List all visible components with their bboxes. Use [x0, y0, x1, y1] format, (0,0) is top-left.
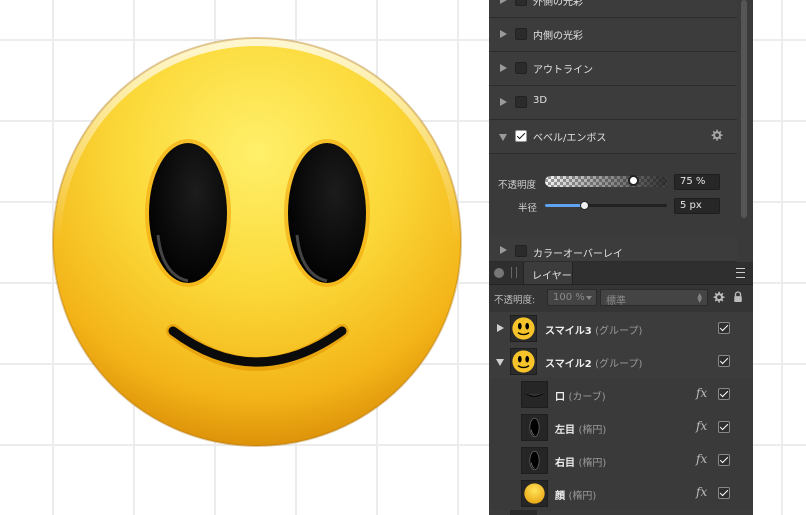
layer-thumbnail — [510, 348, 537, 375]
radius-value-field[interactable]: 5 px — [674, 198, 720, 214]
visibility-checkbox[interactable] — [718, 421, 730, 433]
gear-icon[interactable] — [712, 291, 725, 304]
effect-checkbox[interactable] — [515, 28, 527, 40]
layer-thumbnail — [510, 315, 537, 342]
layer-name: 右目 (楕円) — [555, 458, 607, 469]
effect-label: ベベル/エンボス — [533, 133, 607, 144]
layer-name: 口 (カーブ) — [555, 392, 606, 403]
right-eye-shape — [284, 139, 370, 287]
layers-tab-bar: レイヤー — [489, 262, 753, 285]
layer-opacity-value: 100 % — [553, 292, 585, 303]
effect-row-outer-glow[interactable]: 外側の光彩 — [489, 0, 737, 18]
visibility-checkbox[interactable] — [718, 355, 730, 367]
layer-thumbnail — [521, 381, 548, 408]
effect-checkbox[interactable] — [515, 96, 527, 108]
panel-grip-icon[interactable] — [511, 267, 517, 278]
left-eye-shape — [145, 139, 231, 287]
radius-slider[interactable] — [545, 204, 667, 207]
layer-row-face[interactable]: 顔 (楕円) fx — [489, 477, 753, 511]
expand-triangle-icon[interactable] — [500, 30, 507, 38]
expand-triangle-icon[interactable] — [500, 246, 507, 254]
opacity-value-field[interactable]: 75 % — [674, 174, 720, 190]
collapse-triangle-icon[interactable] — [499, 134, 507, 141]
right-panel: 外側の光彩 内側の光彩 アウトライン 3D ベベル/エンボス 不透明度 75 %… — [489, 0, 753, 515]
effect-row-color-overlay[interactable]: カラーオーバーレイ — [489, 235, 737, 262]
layer-opacity-label: 不透明度: — [494, 295, 536, 306]
layer-options-bar: 不透明度: 100 % 標準 ▲ ▼ — [489, 285, 753, 313]
fx-icon[interactable]: fx — [696, 386, 707, 400]
effect-row-inner-glow[interactable]: 内側の光彩 — [489, 18, 737, 52]
effect-row-3d[interactable]: 3D — [489, 86, 737, 120]
bevel-settings: 不透明度 75 % 半径 5 px — [489, 155, 737, 236]
layer-row-smile2[interactable]: スマイル2 (グループ) — [489, 345, 753, 379]
effect-row-outline[interactable]: アウトライン — [489, 52, 737, 86]
close-panel-icon[interactable] — [494, 268, 504, 278]
opacity-slider[interactable] — [545, 176, 667, 187]
effect-checkbox[interactable] — [515, 130, 527, 142]
layer-name: スマイル3 (グループ) — [545, 326, 643, 337]
effect-checkbox[interactable] — [515, 62, 527, 74]
opacity-slider-knob[interactable] — [628, 175, 639, 186]
layer-name: 左目 (楕円) — [555, 425, 607, 436]
chevron-down-icon — [586, 296, 592, 300]
opacity-slider-label: 不透明度 — [498, 180, 537, 191]
layer-row-right-eye[interactable]: 右目 (楕円) fx — [489, 444, 753, 478]
radius-slider-knob[interactable] — [580, 201, 589, 210]
lock-icon[interactable] — [733, 291, 743, 303]
fx-icon[interactable]: fx — [696, 485, 707, 499]
effect-label: 外側の光彩 — [533, 0, 583, 8]
layer-thumbnail — [521, 480, 548, 507]
visibility-checkbox[interactable] — [718, 322, 730, 334]
expand-triangle-icon[interactable] — [500, 0, 507, 4]
blend-mode-value: 標準 — [606, 296, 626, 307]
blend-mode-dropdown[interactable]: 標準 ▲ ▼ — [600, 289, 708, 307]
effect-label: アウトライン — [533, 65, 593, 76]
layer-row-smile3[interactable]: スマイル3 (グループ) — [489, 312, 753, 346]
visibility-checkbox[interactable] — [718, 487, 730, 499]
effect-label: カラーオーバーレイ — [533, 249, 623, 260]
layer-row-left-eye[interactable]: 左目 (楕円) fx — [489, 411, 753, 445]
layer-name: 顔 (楕円) — [555, 491, 597, 502]
fx-icon[interactable]: fx — [696, 419, 707, 433]
tab-layers[interactable]: レイヤー — [523, 262, 573, 284]
layer-thumbnail — [521, 414, 548, 441]
fx-icon[interactable]: fx — [696, 452, 707, 466]
collapse-triangle-icon[interactable] — [496, 359, 504, 366]
layer-row-mouth[interactable]: 口 (カーブ) fx — [489, 378, 753, 412]
panel-menu-icon[interactable] — [736, 268, 745, 278]
effect-checkbox[interactable] — [515, 0, 527, 6]
layer-thumbnail — [521, 447, 548, 474]
expand-triangle-icon[interactable] — [500, 98, 507, 106]
stepper-arrows-icon: ▲ ▼ — [697, 292, 702, 304]
effect-label: 内側の光彩 — [533, 31, 583, 42]
visibility-checkbox[interactable] — [718, 388, 730, 400]
visibility-checkbox[interactable] — [718, 454, 730, 466]
effect-checkbox[interactable] — [515, 245, 527, 257]
layer-opacity-dropdown[interactable]: 100 % — [547, 289, 597, 306]
effect-row-bevel-emboss[interactable]: ベベル/エンボス — [489, 120, 737, 154]
gear-icon[interactable] — [710, 129, 723, 142]
smiley-artwork[interactable] — [50, 35, 464, 449]
effects-scrollbar[interactable] — [741, 0, 747, 218]
layer-name: スマイル2 (グループ) — [545, 359, 643, 370]
layer-row-partial — [489, 510, 753, 515]
expand-triangle-icon[interactable] — [497, 324, 504, 332]
expand-triangle-icon[interactable] — [500, 64, 507, 72]
effect-label: 3D — [533, 95, 548, 106]
radius-slider-label: 半径 — [518, 203, 538, 214]
